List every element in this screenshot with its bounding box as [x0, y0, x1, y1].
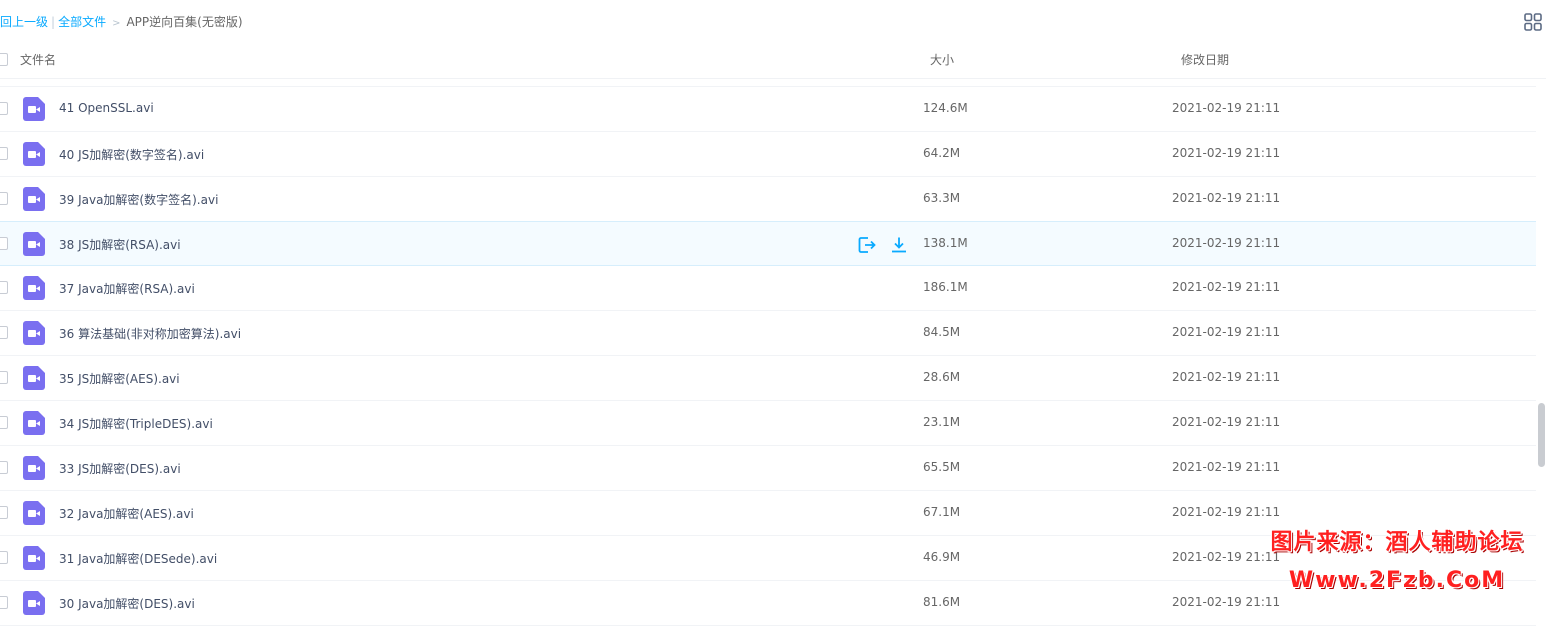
file-date: 2021-02-19 21:11 [1172, 460, 1281, 474]
row-checkbox[interactable] [0, 326, 8, 339]
share-icon[interactable] [857, 235, 877, 255]
file-size: 65.5M [923, 460, 961, 474]
file-size: 124.6M [923, 101, 968, 115]
file-name[interactable]: 31 Java加解密(DESede).avi [59, 550, 217, 567]
video-file-icon [23, 501, 45, 525]
video-file-icon [23, 321, 45, 345]
file-date: 2021-02-19 21:11 [1172, 280, 1281, 294]
row-checkbox[interactable] [0, 192, 8, 205]
all-files-link[interactable]: 全部文件 [58, 15, 106, 29]
file-date: 2021-02-19 21:11 [1172, 101, 1281, 115]
breadcrumb-arrow-icon: > [112, 18, 121, 29]
watermark: 图片来源：酒人辅助论坛 Www.2Fzb.CoM [1262, 524, 1532, 602]
file-size: 84.5M [923, 325, 961, 339]
file-date: 2021-02-19 21:11 [1172, 146, 1281, 160]
row-checkbox[interactable] [0, 416, 8, 429]
file-size: 64.2M [923, 146, 961, 160]
video-file-icon [23, 546, 45, 570]
watermark-url-text: Www.2Fzb.CoM [1288, 568, 1506, 593]
file-size: 23.1M [923, 415, 961, 429]
file-row[interactable]: 35 JS加解密(AES).avi 28.6M 2021-02-19 21:11 [0, 356, 1536, 401]
row-checkbox[interactable] [0, 102, 8, 115]
file-row[interactable]: 36 算法基础(非对称加密算法).avi 84.5M 2021-02-19 21:1… [0, 311, 1536, 356]
file-row[interactable]: 37 Java加解密(RSA).avi 186.1M 2021-02-19 21:1… [0, 266, 1536, 311]
watermark-source-text: 图片来源：酒人辅助论坛 [1270, 530, 1524, 555]
file-row[interactable]: 40 JS加解密(数字签名).avi 64.2M 2021-02-19 21:11 [0, 132, 1536, 177]
file-size: 138.1M [923, 236, 968, 250]
download-icon[interactable] [889, 235, 909, 255]
file-name[interactable]: 30 Java加解密(DES).avi [59, 595, 195, 612]
file-name[interactable]: 39 Java加解密(数字签名).avi [59, 191, 218, 208]
file-name[interactable]: 36 算法基础(非对称加密算法).avi [59, 325, 241, 342]
file-name[interactable]: 38 JS加解密(RSA).avi [59, 236, 181, 253]
file-date: 2021-02-19 21:11 [1172, 191, 1281, 205]
video-file-icon [23, 366, 45, 390]
scrollbar-track[interactable] [1537, 87, 1546, 622]
file-size: 186.1M [923, 280, 968, 294]
file-name[interactable]: 32 Java加解密(AES).avi [59, 505, 194, 522]
video-file-icon [23, 456, 45, 480]
back-link[interactable]: 返回上一级 [0, 15, 48, 29]
file-row[interactable]: 33 JS加解密(DES).avi 65.5M 2021-02-19 21:11 [0, 446, 1536, 491]
file-name[interactable]: 33 JS加解密(DES).avi [59, 460, 181, 477]
row-checkbox[interactable] [0, 147, 8, 160]
row-checkbox[interactable] [0, 596, 8, 609]
video-file-icon [23, 232, 45, 256]
video-file-icon [23, 411, 45, 435]
file-date: 2021-02-19 21:11 [1172, 505, 1281, 519]
scrollbar-thumb[interactable] [1538, 403, 1545, 467]
select-all-checkbox[interactable] [0, 53, 8, 66]
video-file-icon [23, 187, 45, 211]
row-actions [857, 235, 917, 255]
file-size: 67.1M [923, 505, 961, 519]
list-header: 文件名 大小 修改日期 [0, 40, 1546, 79]
video-file-icon [23, 276, 45, 300]
file-date: 2021-02-19 21:11 [1172, 236, 1281, 250]
file-date: 2021-02-19 21:11 [1172, 370, 1281, 384]
file-row[interactable]: 39 Java加解密(数字签名).avi 63.3M 2021-02-19 21:1… [0, 177, 1536, 222]
file-size: 81.6M [923, 595, 961, 609]
file-date: 2021-02-19 21:11 [1172, 415, 1281, 429]
row-checkbox[interactable] [0, 237, 8, 250]
column-header-name[interactable]: 文件名 [20, 51, 56, 68]
file-size: 63.3M [923, 191, 961, 205]
file-size: 46.9M [923, 550, 961, 564]
video-file-icon [23, 142, 45, 166]
file-date: 2021-02-19 21:11 [1172, 325, 1281, 339]
file-name[interactable]: 41 OpenSSL.avi [59, 101, 154, 115]
video-file-icon [23, 591, 45, 615]
file-row[interactable]: 41 OpenSSL.avi 124.6M 2021-02-19 21:11 [0, 87, 1536, 132]
file-name[interactable]: 37 Java加解密(RSA).avi [59, 280, 195, 297]
file-row[interactable]: 34 JS加解密(TripleDES).avi 23.1M 2021-02-19 2… [0, 401, 1536, 446]
breadcrumb-separator: | [51, 15, 56, 29]
file-row[interactable]: 38 JS加解密(RSA).avi 138.1M 2021-02-19 21:11 [0, 221, 1536, 266]
video-file-icon [23, 97, 45, 121]
current-folder: APP逆向百集(无密版) [126, 15, 243, 29]
row-checkbox[interactable] [0, 506, 8, 519]
file-name[interactable]: 34 JS加解密(TripleDES).avi [59, 415, 213, 432]
row-checkbox[interactable] [0, 281, 8, 294]
row-checkbox[interactable] [0, 551, 8, 564]
row-checkbox[interactable] [0, 461, 8, 474]
file-name[interactable]: 35 JS加解密(AES).avi [59, 370, 180, 387]
row-checkbox[interactable] [0, 371, 8, 384]
file-name[interactable]: 40 JS加解密(数字签名).avi [59, 146, 204, 163]
breadcrumb: 返回上一级|全部文件 > APP逆向百集(无密版) [0, 13, 243, 31]
column-header-size[interactable]: 大小 [930, 51, 954, 68]
grid-view-icon[interactable] [1523, 12, 1543, 32]
file-size: 28.6M [923, 370, 961, 384]
column-header-date[interactable]: 修改日期 [1181, 51, 1229, 68]
